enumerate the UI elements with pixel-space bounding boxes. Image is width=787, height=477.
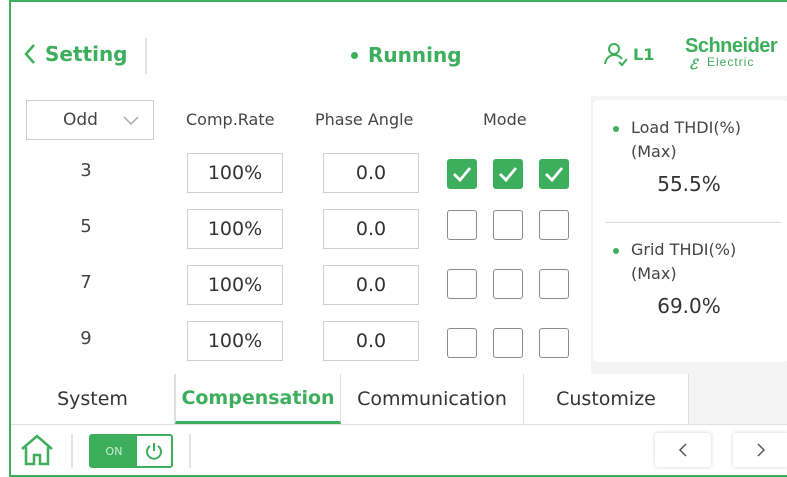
mode-checkbox[interactable] xyxy=(447,328,477,358)
mode-checkbox[interactable] xyxy=(493,159,523,189)
logo-mark-icon: ℰ xyxy=(689,56,698,72)
next-page-button[interactable] xyxy=(733,433,787,467)
tab-communication[interactable]: Communication xyxy=(341,374,524,424)
bullet-icon xyxy=(613,248,619,254)
footer-bar: ON xyxy=(11,424,787,475)
back-label: Setting xyxy=(45,42,128,66)
footer-divider xyxy=(189,434,191,468)
back-button[interactable]: Setting xyxy=(23,42,128,66)
tab-bar: System Compensation Communication Custom… xyxy=(11,374,787,424)
mode-checkbox[interactable] xyxy=(539,210,569,240)
power-toggle[interactable]: ON xyxy=(89,434,173,468)
comp-rate-input[interactable]: 100% xyxy=(187,153,283,193)
mode-checkbox[interactable] xyxy=(447,159,477,189)
power-icon xyxy=(146,443,162,460)
mode-checkbox[interactable] xyxy=(539,269,569,299)
home-button[interactable] xyxy=(19,433,55,471)
logo-text-line1: Schneider xyxy=(685,35,778,57)
schneider-logo: Schneider Electric ℰ xyxy=(685,35,778,72)
phase-angle-input[interactable]: 0.0 xyxy=(323,321,419,361)
status-label: Running xyxy=(368,43,462,67)
load-thdi-title-line1: Load THDI(%) xyxy=(631,118,741,137)
footer-divider xyxy=(71,434,73,468)
harmonic-table: Odd Comp.Rate Phase Angle Mode 3 100% 0.… xyxy=(11,96,591,374)
comp-rate-input[interactable]: 100% xyxy=(187,265,283,305)
mode-checkbox[interactable] xyxy=(447,269,477,299)
mode-checkbox[interactable] xyxy=(539,328,569,358)
column-header-mode: Mode xyxy=(483,110,527,129)
status-indicator: Running xyxy=(351,43,462,67)
bullet-icon xyxy=(613,126,619,132)
comp-rate-input[interactable]: 100% xyxy=(187,321,283,361)
load-thdi-block: Load THDI(%) (Max) 55.5% xyxy=(609,116,779,196)
mode-checkbox[interactable] xyxy=(447,210,477,240)
check-icon xyxy=(499,167,518,183)
harmonic-filter-value: Odd xyxy=(63,110,98,130)
logo-text-line2: Electric xyxy=(707,55,755,69)
chevron-left-icon xyxy=(24,44,35,64)
check-icon xyxy=(545,167,564,183)
load-thdi-title: Load THDI(%) (Max) xyxy=(609,116,779,164)
comp-rate-input[interactable]: 100% xyxy=(187,209,283,249)
chevron-right-icon xyxy=(757,443,766,457)
home-icon xyxy=(21,434,53,466)
harmonic-order-label: 3 xyxy=(80,160,92,181)
chevron-down-icon xyxy=(123,116,139,126)
grid-thdi-title: Grid THDI(%) (Max) xyxy=(609,238,779,286)
compensation-content: Odd Comp.Rate Phase Angle Mode 3 100% 0.… xyxy=(11,96,787,374)
mode-checkbox[interactable] xyxy=(493,210,523,240)
header-divider xyxy=(145,38,147,74)
power-on-label: ON xyxy=(91,436,137,466)
mode-checkbox[interactable] xyxy=(539,159,569,189)
prev-page-button[interactable] xyxy=(655,433,711,467)
grid-thdi-title-line1: Grid THDI(%) xyxy=(631,240,737,259)
user-level-label: L1 xyxy=(633,44,655,64)
tab-customize[interactable]: Customize xyxy=(524,374,689,424)
load-thdi-value: 55.5% xyxy=(657,172,721,196)
chevron-left-icon xyxy=(678,443,687,457)
user-icon xyxy=(604,43,628,67)
column-header-comp-rate: Comp.Rate xyxy=(186,110,275,129)
column-header-phase-angle: Phase Angle xyxy=(315,110,414,129)
load-thdi-title-line2: (Max) xyxy=(631,142,677,161)
app-frame: Setting Running L1 Schneider Electric ℰ … xyxy=(9,0,787,477)
phase-angle-input[interactable]: 0.0 xyxy=(323,153,419,193)
grid-thdi-block: Grid THDI(%) (Max) 69.0% xyxy=(609,238,779,318)
thdi-summary-panel: Load THDI(%) (Max) 55.5% Grid THDI(%) (M… xyxy=(593,100,787,362)
tab-system[interactable]: System xyxy=(11,374,175,424)
panel-divider xyxy=(605,222,781,223)
harmonic-filter-select[interactable]: Odd xyxy=(26,100,154,140)
header-bar: Setting Running L1 Schneider Electric ℰ xyxy=(11,2,787,96)
power-icon-wrap xyxy=(137,436,171,466)
mode-checkbox[interactable] xyxy=(493,269,523,299)
harmonic-order-label: 9 xyxy=(80,328,92,349)
tab-compensation[interactable]: Compensation xyxy=(175,374,341,424)
check-icon xyxy=(453,167,472,183)
phase-angle-input[interactable]: 0.0 xyxy=(323,209,419,249)
status-dot-icon xyxy=(351,51,358,59)
mode-checkbox[interactable] xyxy=(493,328,523,358)
grid-thdi-title-line2: (Max) xyxy=(631,264,677,283)
harmonic-order-label: 5 xyxy=(80,216,92,237)
harmonic-order-label: 7 xyxy=(80,272,92,293)
phase-angle-input[interactable]: 0.0 xyxy=(323,265,419,305)
grid-thdi-value: 69.0% xyxy=(657,294,721,318)
user-button[interactable]: L1 xyxy=(603,41,654,67)
